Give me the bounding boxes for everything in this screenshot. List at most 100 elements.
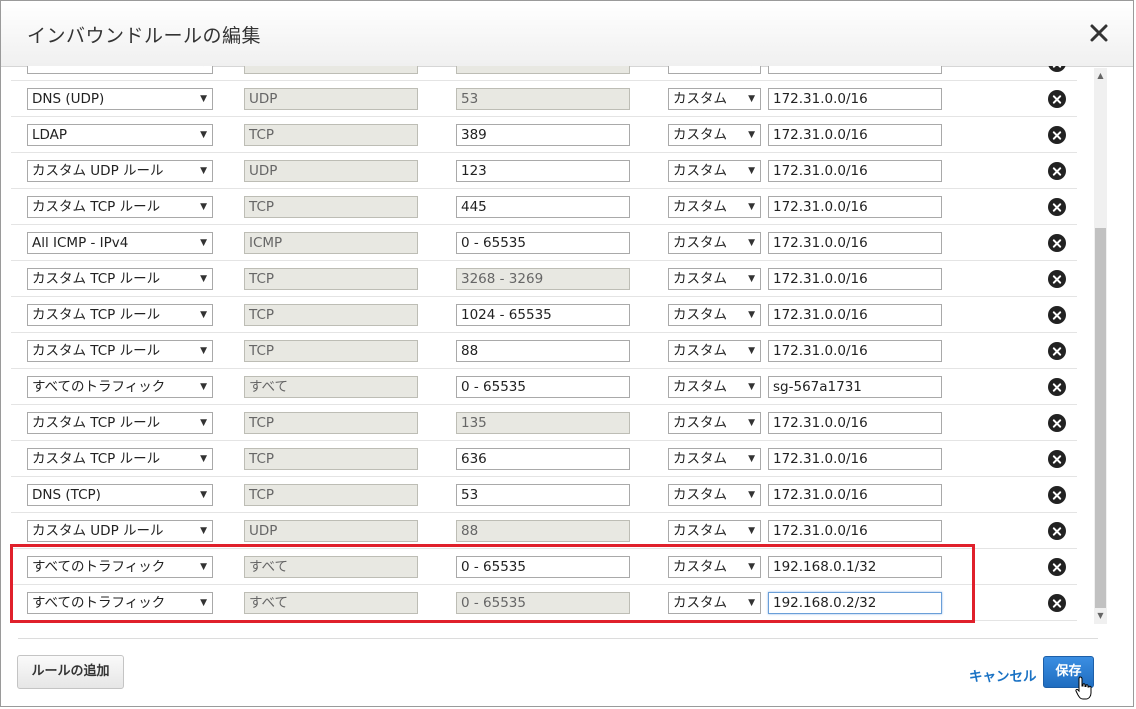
source-cidr-input[interactable]: 192.168.0.1/32 [768, 556, 942, 578]
source-cidr-input-value: 172.31.0.0/16 [773, 235, 868, 251]
delete-rule-icon[interactable] [1048, 342, 1066, 360]
dropdown-arrow-icon: ▼ [200, 310, 207, 320]
delete-rule-icon[interactable] [1048, 162, 1066, 180]
rule-type-select[interactable]: DNS (UDP) ▼ [27, 88, 213, 110]
source-cidr-input[interactable]: 172.31.0.0/16 [768, 484, 942, 506]
source-cidr-input[interactable]: 172.31.0.0/16 [768, 412, 942, 434]
rule-type-select[interactable]: カスタム TCP ルール ▼ [27, 340, 213, 362]
rule-type-select[interactable]: すべてのトラフィック ▼ [27, 556, 213, 578]
protocol-field: TCP [244, 304, 418, 326]
source-cidr-input-value: 172.31.0.0/16 [773, 415, 868, 431]
port-range-field[interactable]: 445 [456, 196, 630, 218]
protocol-field-value: UDP [249, 523, 278, 539]
source-type-select[interactable]: カスタム ▼ [668, 484, 761, 506]
source-cidr-input-value: 172.31.0.0/16 [773, 451, 868, 467]
source-cidr-input[interactable]: 172.31.0.0/16 [768, 88, 942, 110]
delete-rule-icon[interactable] [1048, 234, 1066, 252]
source-type-select[interactable]: カスタム ▼ [668, 268, 761, 290]
source-type-select[interactable]: カスタム ▼ [668, 88, 761, 110]
source-cidr-input[interactable]: sg-567a1731 [768, 376, 942, 398]
protocol-field-value: TCP [249, 415, 275, 431]
port-range-field[interactable]: 123 [456, 160, 630, 182]
close-icon[interactable] [1087, 21, 1111, 45]
rule-type-select[interactable]: ▼ [27, 66, 213, 74]
rule-type-select[interactable]: すべてのトラフィック ▼ [27, 592, 213, 614]
source-cidr-input[interactable] [768, 66, 942, 74]
source-type-select[interactable]: カスタム ▼ [668, 304, 761, 326]
scroll-up-arrow-icon[interactable]: ▲ [1094, 70, 1107, 82]
rule-type-select-value: カスタム TCP ルール [32, 271, 161, 287]
port-range-field[interactable]: 0 - 65535 [456, 232, 630, 254]
source-type-select[interactable]: カスタム ▼ [668, 412, 761, 434]
source-type-select[interactable]: カスタム ▼ [668, 556, 761, 578]
rule-type-select[interactable]: すべてのトラフィック ▼ [27, 376, 213, 398]
rule-type-select[interactable]: カスタム TCP ルール ▼ [27, 448, 213, 470]
port-range-field[interactable]: 88 [456, 340, 630, 362]
delete-rule-icon[interactable] [1048, 66, 1066, 72]
add-rule-button[interactable]: ルールの追加 [17, 655, 124, 689]
source-cidr-input[interactable]: 172.31.0.0/16 [768, 448, 942, 470]
source-type-select[interactable]: カスタム ▼ [668, 448, 761, 470]
source-cidr-input[interactable]: 172.31.0.0/16 [768, 304, 942, 326]
source-cidr-input[interactable]: 172.31.0.0/16 [768, 520, 942, 542]
delete-rule-icon[interactable] [1048, 450, 1066, 468]
delete-rule-icon[interactable] [1048, 414, 1066, 432]
source-type-select[interactable]: カスタム ▼ [668, 520, 761, 542]
delete-rule-icon[interactable] [1048, 558, 1066, 576]
rule-type-select[interactable]: カスタム TCP ルール ▼ [27, 304, 213, 326]
delete-rule-icon[interactable] [1048, 198, 1066, 216]
rule-row: All ICMP - IPv4 ▼ ICMP 0 - 65535 カスタム ▼ 172.31… [11, 225, 1077, 261]
delete-rule-icon[interactable] [1048, 90, 1066, 108]
source-type-select[interactable]: カスタム ▼ [668, 340, 761, 362]
rule-type-select[interactable]: カスタム TCP ルール ▼ [27, 196, 213, 218]
source-type-select[interactable]: カスタム ▼ [668, 160, 761, 182]
source-type-select[interactable]: カスタム ▼ [668, 196, 761, 218]
dropdown-arrow-icon: ▼ [200, 166, 207, 176]
source-cidr-input[interactable]: 192.168.0.2/32 [768, 592, 942, 614]
port-range-field-value: 0 - 65535 [461, 379, 526, 395]
dropdown-arrow-icon: ▼ [748, 346, 755, 356]
rule-type-select[interactable]: All ICMP - IPv4 ▼ [27, 232, 213, 254]
rule-row: すべてのトラフィック ▼ すべて 0 - 65535 カスタム ▼ 192.168.0.2/… [11, 585, 1077, 621]
source-cidr-input[interactable]: 172.31.0.0/16 [768, 268, 942, 290]
rule-type-select[interactable]: LDAP ▼ [27, 124, 213, 146]
source-type-select[interactable]: カスタム ▼ [668, 232, 761, 254]
cancel-link[interactable]: キャンセル [969, 665, 1037, 685]
source-cidr-input[interactable]: 172.31.0.0/16 [768, 232, 942, 254]
delete-rule-icon[interactable] [1048, 270, 1066, 288]
delete-rule-icon[interactable] [1048, 486, 1066, 504]
source-cidr-input[interactable]: 172.31.0.0/16 [768, 340, 942, 362]
port-range-field-value: 3268 - 3269 [461, 271, 544, 287]
rule-type-select[interactable]: DNS (TCP) ▼ [27, 484, 213, 506]
source-type-select[interactable]: カスタム ▼ [668, 592, 761, 614]
delete-rule-icon[interactable] [1048, 306, 1066, 324]
delete-rule-icon[interactable] [1048, 126, 1066, 144]
scroll-thumb[interactable] [1095, 228, 1106, 608]
scroll-down-arrow-icon[interactable]: ▼ [1094, 610, 1107, 622]
dropdown-arrow-icon: ▼ [200, 490, 207, 500]
rule-row: DNS (UDP) ▼ UDP 53 カスタム ▼ 172.31.0.0/16 [11, 81, 1077, 117]
delete-rule-icon[interactable] [1048, 594, 1066, 612]
port-range-field[interactable]: 0 - 65535 [456, 556, 630, 578]
source-type-select[interactable]: カスタム ▼ [668, 124, 761, 146]
source-cidr-input[interactable]: 172.31.0.0/16 [768, 124, 942, 146]
port-range-field[interactable]: 389 [456, 124, 630, 146]
rule-type-select[interactable]: カスタム TCP ルール ▼ [27, 268, 213, 290]
source-cidr-input[interactable]: 172.31.0.0/16 [768, 160, 942, 182]
delete-rule-icon[interactable] [1048, 522, 1066, 540]
dropdown-arrow-icon: ▼ [748, 238, 755, 248]
dropdown-arrow-icon: ▼ [200, 238, 207, 248]
rule-type-select[interactable]: カスタム UDP ルール ▼ [27, 520, 213, 542]
source-type-select[interactable]: カスタム ▼ [668, 376, 761, 398]
source-type-select-value: カスタム [673, 271, 727, 287]
rule-type-select[interactable]: カスタム UDP ルール ▼ [27, 160, 213, 182]
port-range-field[interactable]: 636 [456, 448, 630, 470]
source-cidr-input[interactable]: 172.31.0.0/16 [768, 196, 942, 218]
port-range-field[interactable]: 53 [456, 484, 630, 506]
scrollbar[interactable]: ▲ ▼ [1094, 68, 1107, 624]
port-range-field[interactable]: 0 - 65535 [456, 376, 630, 398]
source-type-select[interactable]: ▼ [668, 66, 761, 74]
rule-type-select[interactable]: カスタム TCP ルール ▼ [27, 412, 213, 434]
port-range-field[interactable]: 1024 - 65535 [456, 304, 630, 326]
delete-rule-icon[interactable] [1048, 378, 1066, 396]
